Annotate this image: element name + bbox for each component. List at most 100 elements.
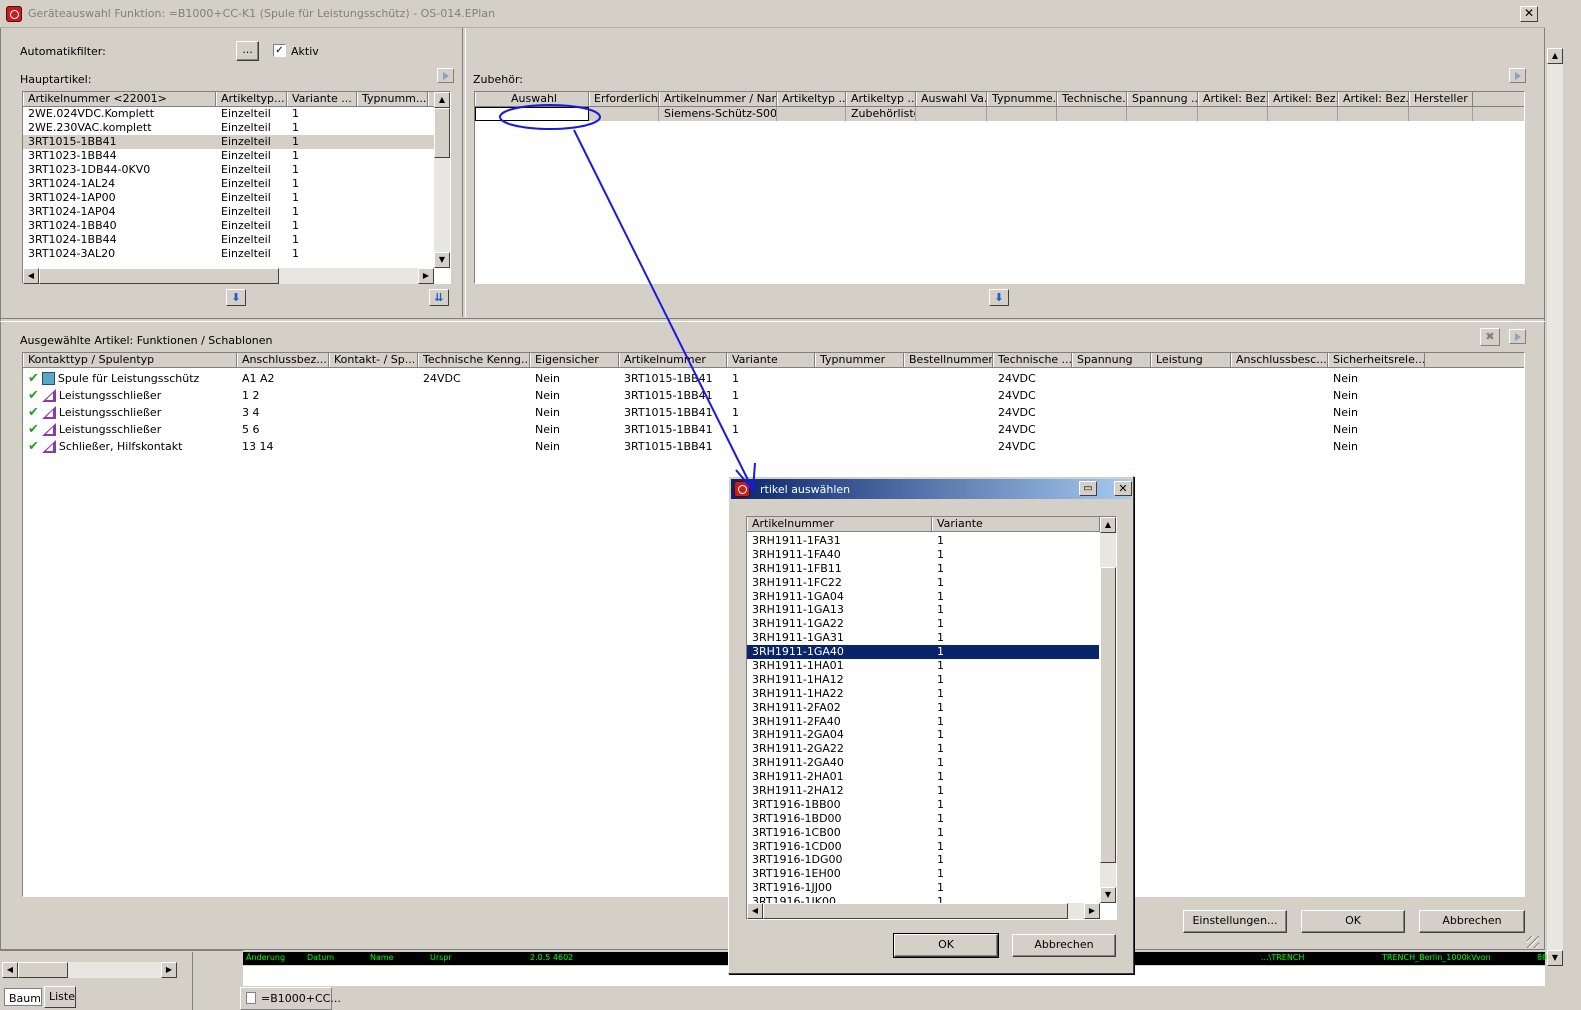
document-tab[interactable]: =B1000+CC... [240, 987, 341, 1010]
list-item[interactable]: 3RH1911-1HA22 1 [747, 687, 1099, 701]
scroll-left-arrow-icon[interactable]: ◀ [2, 962, 18, 978]
list-item[interactable]: 3RT1916-1BD00 1 [747, 812, 1099, 826]
column-header[interactable]: Sicherheitsrele... [1328, 353, 1425, 367]
vertical-scrollbar[interactable]: ▲ ▼ [1100, 517, 1116, 903]
table-row[interactable]: 3RT1024-1BB44 Einzelteil 1 [23, 233, 450, 247]
scroll-up-arrow-icon[interactable]: ▲ [1100, 517, 1116, 533]
add-all-down-button[interactable]: ⇊ [429, 289, 449, 306]
column-header[interactable]: Artikelnummer [619, 353, 727, 367]
table-row[interactable]: ✔ Leistungsschließer 5 6 Nein 3RT1015-1BB41 1… [23, 421, 1524, 438]
list-item[interactable]: 3RH1911-1GA40 1 [747, 645, 1099, 660]
list-item[interactable]: 3RT1916-1EH00 1 [747, 867, 1099, 881]
table-row[interactable]: 3RT1024-1AP04 Einzelteil 1 [23, 205, 450, 219]
expand-arrow-icon[interactable] [1509, 68, 1526, 83]
column-header[interactable]: Artikel: Bez... [1198, 92, 1268, 106]
column-header[interactable]: Erforderlich... [589, 92, 659, 106]
column-header[interactable]: Technische ... [993, 353, 1072, 367]
column-header[interactable]: Artikeltyp... [216, 92, 287, 106]
scroll-thumb[interactable] [39, 268, 279, 284]
list-item[interactable]: 3RH1911-1FC22 1 [747, 576, 1099, 590]
column-header-artikelnummer[interactable]: Artikelnummer [747, 517, 932, 531]
list-item[interactable]: 3RH1911-2GA40 1 [747, 756, 1099, 770]
column-header[interactable]: Typnummer [815, 353, 904, 367]
table-row[interactable]: ✔ Spule für Leistungsschütz A1 A2 24VDC Nein… [23, 370, 1524, 387]
table-row[interactable]: ✔ Leistungsschließer 3 4 Nein 3RT1015-1BB41 1… [23, 404, 1524, 421]
autofilter-browse-button[interactable]: ... [236, 41, 259, 61]
scroll-right-arrow-icon[interactable]: ▶ [418, 268, 434, 284]
column-header[interactable]: Bestellnummer [904, 353, 993, 367]
close-icon[interactable]: ✕ [1114, 481, 1132, 496]
list-item[interactable]: 3RH1911-1GA22 1 [747, 617, 1099, 631]
restore-icon[interactable]: ▭ [1079, 481, 1097, 496]
scroll-thumb[interactable] [763, 903, 1068, 919]
column-header[interactable]: Artikel: Bez... [1268, 92, 1338, 106]
column-header[interactable]: Typnumm... [357, 92, 428, 106]
scroll-up-arrow-icon[interactable]: ▲ [1547, 48, 1563, 64]
list-item[interactable]: 3RT1916-1DG00 1 [747, 853, 1099, 867]
tab-liste[interactable]: Liste [44, 986, 76, 1008]
column-header[interactable]: Typnumme... [987, 92, 1057, 106]
table-cell[interactable] [589, 107, 659, 121]
list-item[interactable]: 3RH1911-2FA40 1 [747, 715, 1099, 729]
table-cell[interactable] [475, 107, 589, 121]
horizontal-scrollbar[interactable]: ◀ ▶ [747, 903, 1100, 919]
list-item[interactable]: 3RT1916-1BB00 1 [747, 798, 1099, 812]
list-item[interactable]: 3RH1911-2FA02 1 [747, 701, 1099, 715]
column-header[interactable]: Variante ... [287, 92, 357, 106]
list-item[interactable]: 3RH1911-2GA22 1 [747, 742, 1099, 756]
table-row[interactable]: 3RT1023-1BB44 Einzelteil 1 [23, 149, 450, 163]
list-item[interactable]: 3RH1911-1HA12 1 [747, 673, 1099, 687]
scroll-up-arrow-icon[interactable]: ▲ [434, 92, 450, 108]
cancel-button[interactable]: Abbrechen [1419, 910, 1525, 933]
column-header[interactable]: Anschlussbesc... [1231, 353, 1328, 367]
list-item[interactable]: 3RH1911-1HA01 1 [747, 659, 1099, 673]
vertical-splitter[interactable] [462, 28, 466, 317]
table-row[interactable]: 3RT1024-1AP00 Einzelteil 1 [23, 191, 450, 205]
table-row[interactable]: 2WE.024VDC.Komplett Einzelteil 1 [23, 107, 450, 121]
column-header[interactable]: Technische Kenng... [418, 353, 530, 367]
column-header[interactable]: Artikelnummer / Nam... [659, 92, 777, 106]
column-header[interactable]: Technische... [1057, 92, 1127, 106]
column-header[interactable]: Leistung [1151, 353, 1231, 367]
scroll-thumb[interactable] [434, 108, 450, 158]
list-item[interactable]: 3RH1911-1GA04 1 [747, 590, 1099, 604]
dialog-ok-button[interactable]: OK [893, 933, 999, 958]
list-item[interactable]: 3RH1911-1FB11 1 [747, 562, 1099, 576]
column-header[interactable]: Eigensicher [530, 353, 619, 367]
list-item[interactable]: 3RT1916-1CB00 1 [747, 826, 1099, 840]
column-header[interactable]: Hersteller ... [1409, 92, 1473, 106]
column-header[interactable]: Auswahl [475, 92, 589, 106]
scroll-right-arrow-icon[interactable]: ▶ [161, 962, 177, 978]
column-header[interactable]: Auswahl Va... [916, 92, 987, 106]
add-down-arrow-button[interactable]: ⬇ [226, 289, 246, 306]
list-item[interactable]: 3RH1911-2HA12 1 [747, 784, 1099, 798]
column-header[interactable]: Artikeltyp ... [846, 92, 916, 106]
expand-arrow-icon[interactable] [437, 68, 454, 83]
list-item[interactable]: 3RH1911-1GA13 1 [747, 603, 1099, 617]
resize-grip-icon[interactable] [1527, 936, 1539, 948]
table-row[interactable]: 2WE.230VAC.komplett Einzelteil 1 [23, 121, 450, 135]
column-header-variante[interactable]: Variante [932, 517, 1100, 531]
list-item[interactable]: 3RT1916-1CD00 1 [747, 840, 1099, 854]
horizontal-scrollbar[interactable]: ◀ ▶ [2, 962, 177, 978]
close-icon[interactable]: ✕ [1520, 6, 1538, 22]
accessory-down-arrow-button[interactable]: ⬇ [989, 289, 1009, 306]
ok-button[interactable]: OK [1301, 910, 1405, 933]
scroll-left-arrow-icon[interactable]: ◀ [747, 903, 763, 919]
list-item[interactable]: 3RT1916-1JJ00 1 [747, 881, 1099, 895]
column-header[interactable]: Spannung [1072, 353, 1151, 367]
table-row[interactable]: 3RT1023-1DB44-0KV0 Einzelteil 1 [23, 163, 450, 177]
column-header[interactable]: Variante [727, 353, 815, 367]
scroll-left-arrow-icon[interactable]: ◀ [23, 268, 39, 284]
list-item[interactable]: 3RH1911-2HA01 1 [747, 770, 1099, 784]
dialog-cancel-button[interactable]: Abbrechen [1012, 934, 1116, 957]
scroll-down-arrow-icon[interactable]: ▼ [434, 252, 450, 268]
list-item[interactable]: 3RH1911-1FA31 1 [747, 534, 1099, 548]
column-header[interactable]: Kontakttyp / Spulentyp [23, 353, 237, 367]
list-item[interactable]: 3RH1911-1GA31 1 [747, 631, 1099, 645]
horizontal-splitter[interactable] [0, 318, 1545, 322]
scroll-thumb[interactable] [1100, 567, 1116, 863]
list-item[interactable]: 3RH1911-1FA40 1 [747, 548, 1099, 562]
column-header[interactable]: Artikel: Bez... [1338, 92, 1409, 106]
table-row[interactable]: 3RT1024-1AL24 Einzelteil 1 [23, 177, 450, 191]
